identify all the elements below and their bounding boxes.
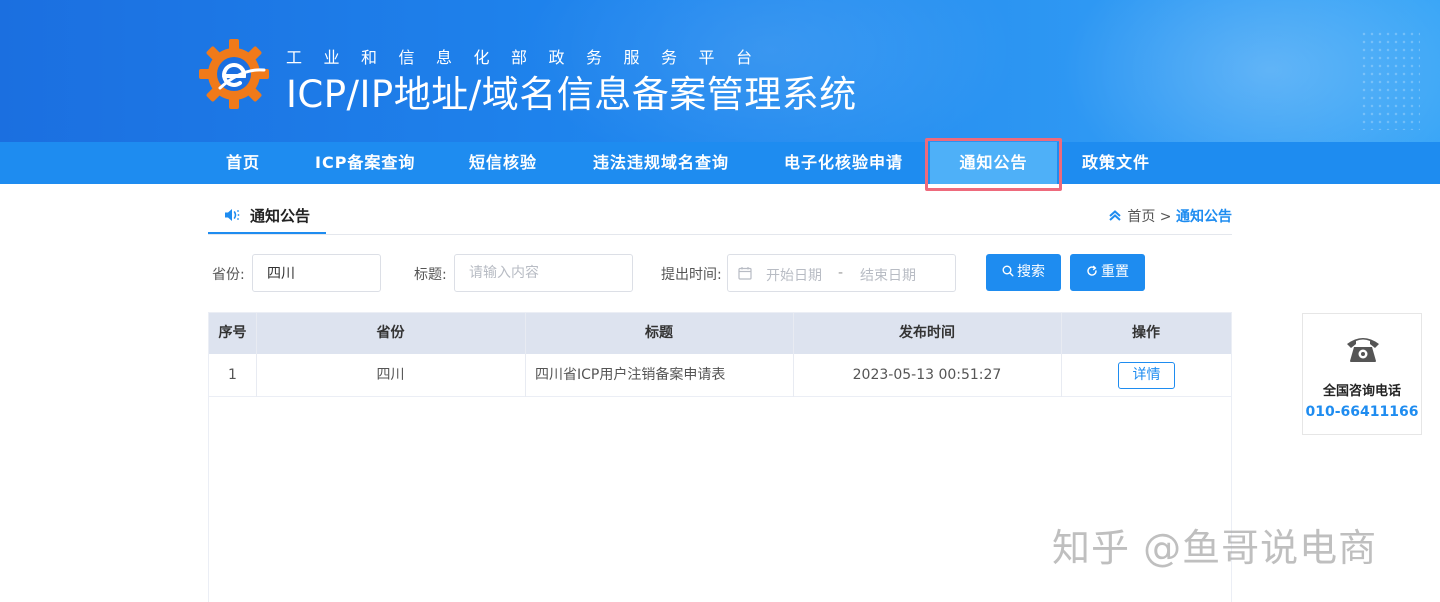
nav-item-illegal-domain-query[interactable]: 违法违规域名查询 <box>593 142 729 184</box>
home-chevron-icon <box>1109 210 1122 221</box>
section-title: 通知公告 <box>250 207 311 225</box>
section-tab: 通知公告 <box>208 196 326 234</box>
nav-item-e-verify-apply[interactable]: 电子化核验申请 <box>784 142 903 184</box>
system-title: ICP/IP地址/域名信息备案管理系统 <box>286 73 857 116</box>
title-input[interactable] <box>454 254 633 292</box>
breadcrumb: 首页 > 通知公告 <box>1109 206 1232 226</box>
search-icon <box>1002 265 1014 277</box>
col-header-index: 序号 <box>218 325 247 341</box>
end-date-placeholder: 结束日期 <box>860 268 916 284</box>
reset-button[interactable]: 重置 <box>1070 254 1145 291</box>
contact-label: 全国咨询电话 <box>1322 384 1401 399</box>
watermark: 知乎 @鱼哥说电商 <box>1052 526 1378 570</box>
gear-logo-icon <box>199 39 269 109</box>
contact-number: 010-66411166 <box>1305 404 1419 420</box>
section-divider <box>208 234 1232 235</box>
banner-dots <box>1360 30 1420 130</box>
nav-item-icp-query[interactable]: ICP备案查询 <box>315 142 415 184</box>
search-button-label: 搜索 <box>1017 264 1045 280</box>
refresh-icon <box>1087 265 1097 276</box>
header-banner: 工业和信息化部政务服务平台 ICP/IP地址/域名信息备案管理系统 <box>0 0 1440 142</box>
main-nav: 首页 ICP备案查询 短信核验 违法违规域名查询 电子化核验申请 通知公告 政策… <box>0 142 1440 184</box>
search-button[interactable]: 搜索 <box>986 254 1061 291</box>
detail-button[interactable]: 详情 <box>1118 362 1175 389</box>
col-header-action: 操作 <box>1132 325 1160 341</box>
table-header: 序号 省份 标题 发布时间 操作 <box>209 313 1231 354</box>
nav-item-policy-docs[interactable]: 政策文件 <box>1082 142 1150 184</box>
nav-item-sms-verify[interactable]: 短信核验 <box>469 142 537 184</box>
col-header-province: 省份 <box>376 325 405 341</box>
highlight-annotation <box>925 138 1062 191</box>
cell-index: 1 <box>228 367 237 383</box>
column-divider <box>256 313 257 397</box>
telephone-icon <box>1347 338 1379 362</box>
cell-title: 四川省ICP用户注销备案申请表 <box>535 367 726 383</box>
contact-card: 全国咨询电话 010-66411166 <box>1302 313 1422 435</box>
title-label: 标题: <box>414 267 447 283</box>
time-label: 提出时间: <box>661 267 722 283</box>
breadcrumb-current: 通知公告 <box>1176 209 1232 225</box>
province-label: 省份: <box>212 267 245 283</box>
cell-province: 四川 <box>376 367 405 383</box>
col-header-time: 发布时间 <box>899 325 955 341</box>
date-range-picker[interactable]: 开始日期 - 结束日期 <box>727 254 956 292</box>
reset-button-label: 重置 <box>1101 264 1129 280</box>
start-date-placeholder: 开始日期 <box>766 268 822 284</box>
column-divider <box>1061 313 1062 397</box>
calendar-icon <box>738 267 752 280</box>
province-input[interactable] <box>252 254 381 292</box>
table-row: 1 四川 四川省ICP用户注销备案申请表 2023-05-13 00:51:27… <box>209 354 1231 397</box>
range-separator: - <box>838 265 844 281</box>
breadcrumb-home[interactable]: 首页 > <box>1127 209 1171 225</box>
column-divider <box>525 313 526 397</box>
col-header-title: 标题 <box>645 325 673 341</box>
nav-item-home[interactable]: 首页 <box>226 142 260 184</box>
cell-time: 2023-05-13 00:51:27 <box>852 367 1002 383</box>
speaker-icon <box>225 209 240 221</box>
column-divider <box>793 313 794 397</box>
